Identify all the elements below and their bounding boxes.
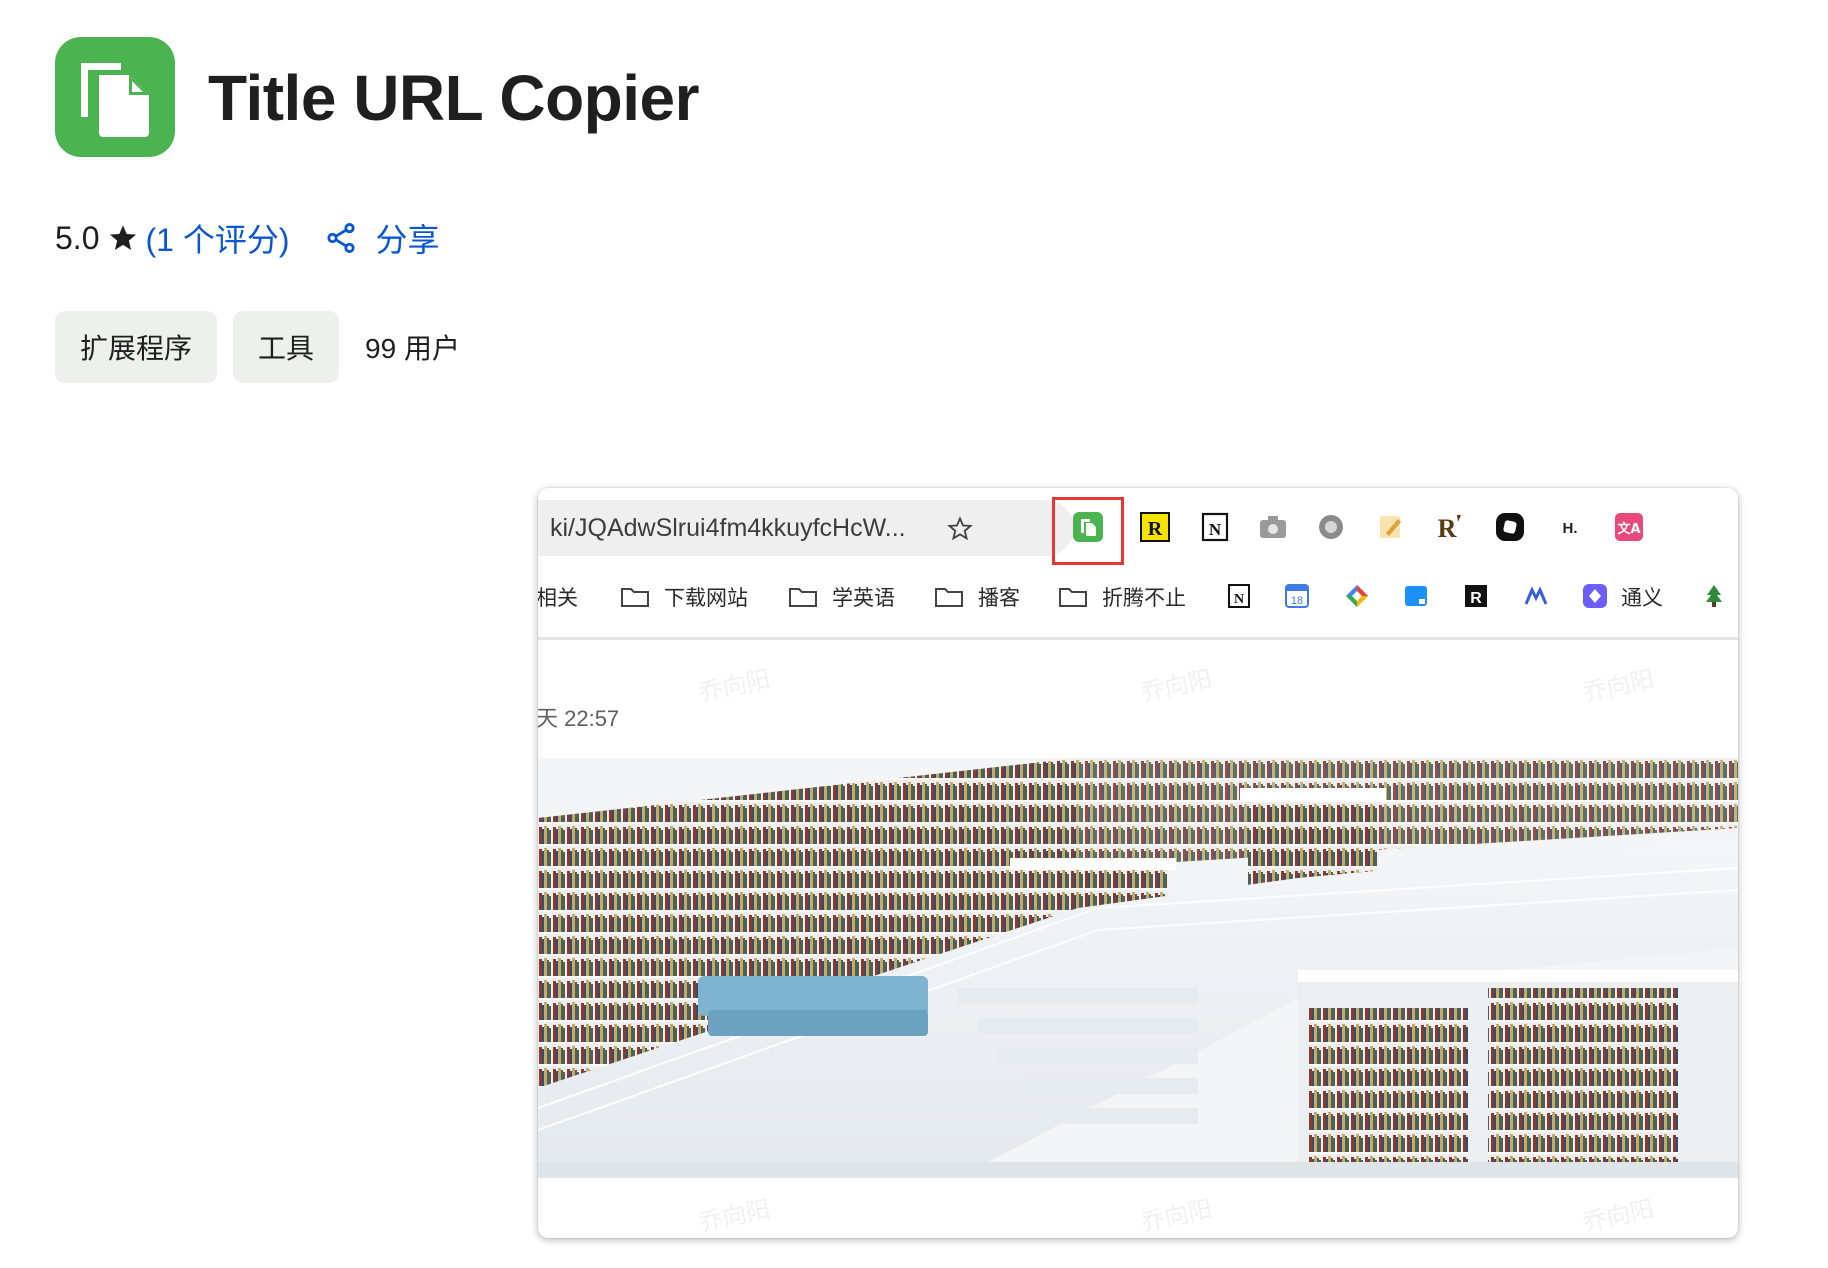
copy-document-icon	[81, 63, 149, 137]
chip-extension[interactable]: 扩展程序	[55, 311, 218, 383]
library-photo	[538, 758, 1738, 1178]
tree-icon[interactable]	[1700, 582, 1728, 610]
watermark-text: 乔向阳	[1580, 1195, 1657, 1238]
toolbar-divider	[538, 637, 1738, 640]
r-bookmark-icon[interactable]: R	[1462, 582, 1490, 610]
rating-row: 5.0 (1 个评分) 分享	[55, 216, 440, 260]
svg-text:R: R	[1470, 590, 1482, 607]
category-chips: 扩展程序 工具 99 用户	[55, 311, 460, 383]
folder-icon	[935, 588, 963, 607]
bookmark-folder[interactable]: 折腾不止	[1058, 568, 1186, 626]
svg-text:R: R	[1438, 514, 1457, 543]
chip-tools[interactable]: 工具	[233, 311, 340, 383]
calendar-badge: 18	[1291, 595, 1303, 607]
address-bar[interactable]: ki/JQAdwSlrui4fm4kkuyfcHcW...	[538, 500, 1074, 556]
star-icon	[110, 225, 137, 250]
watermark-text: 乔向阳	[696, 1195, 773, 1238]
watermark-text: 乔向阳	[1580, 665, 1657, 708]
black-square-extension-icon[interactable]	[1493, 510, 1527, 544]
shield-extension-icon[interactable]	[1314, 510, 1348, 544]
bookmark-tongyi[interactable]: 通义	[1621, 568, 1663, 626]
bookmark-folder[interactable]: 下载网站	[620, 568, 748, 626]
svg-text:H.: H.	[1563, 520, 1578, 537]
notion-icon[interactable]: N	[1198, 510, 1232, 544]
folder-icon	[1059, 588, 1087, 607]
svg-text:文A: 文A	[1617, 521, 1640, 537]
h-extension-icon[interactable]: H.	[1553, 510, 1587, 544]
tongyi-icon[interactable]	[1581, 582, 1609, 610]
title-url-copier-extension-icon[interactable]	[1071, 510, 1105, 544]
watermark-text: 乔向阳	[1138, 1195, 1215, 1238]
notion-bookmark-icon[interactable]: N	[1225, 582, 1253, 610]
url-text: ki/JQAdwSlrui4fm4kkuyfcHcW...	[550, 514, 906, 542]
bookmark-star-icon[interactable]	[946, 515, 974, 543]
user-count: 99 用户	[365, 333, 460, 364]
share-icon	[326, 222, 355, 254]
browser-toolbar: ki/JQAdwSlrui4fm4kkuyfcHcW... R N R H. 文…	[538, 488, 1738, 568]
share-button[interactable]: 分享	[324, 215, 440, 261]
share-label: 分享	[375, 222, 440, 258]
bookmark-folder[interactable]: 相关	[538, 568, 578, 626]
r-extension-icon[interactable]: R	[1138, 510, 1172, 544]
screenshot-preview[interactable]: ki/JQAdwSlrui4fm4kkuyfcHcW... R N R H. 文…	[538, 488, 1738, 1238]
svg-text:N: N	[1234, 592, 1244, 607]
watermark-text: 乔向阳	[1138, 665, 1215, 708]
bookmark-folder[interactable]: 播客	[934, 568, 1020, 626]
timestamp: 天 22:57	[538, 706, 620, 731]
svg-text:R: R	[1148, 518, 1163, 540]
watermark-text: 乔向阳	[696, 665, 773, 708]
svg-text:N: N	[1209, 520, 1222, 539]
rating-value: 5.0	[55, 219, 100, 256]
camera-icon[interactable]	[1256, 510, 1290, 544]
blue-square-icon[interactable]	[1402, 582, 1430, 610]
extension-logo	[55, 37, 175, 157]
r-prime-extension-icon[interactable]: R	[1432, 510, 1466, 544]
rating-count-link[interactable]: (1 个评分)	[145, 215, 289, 261]
bookmark-folder[interactable]: 学英语	[788, 568, 895, 626]
page-title: Title URL Copier	[208, 62, 700, 134]
folder-icon	[789, 588, 817, 607]
diamond-colorful-icon[interactable]	[1343, 582, 1371, 610]
bookmarks-bar: 相关 下载网站 学英语 播客 折腾不止 N 18 R 通义	[538, 568, 1738, 626]
note-pencil-icon[interactable]	[1374, 510, 1408, 544]
translate-icon[interactable]: 文A	[1612, 510, 1646, 544]
m-logo-icon[interactable]	[1522, 582, 1550, 610]
folder-icon	[621, 588, 649, 607]
calendar-icon[interactable]: 18	[1283, 582, 1311, 610]
